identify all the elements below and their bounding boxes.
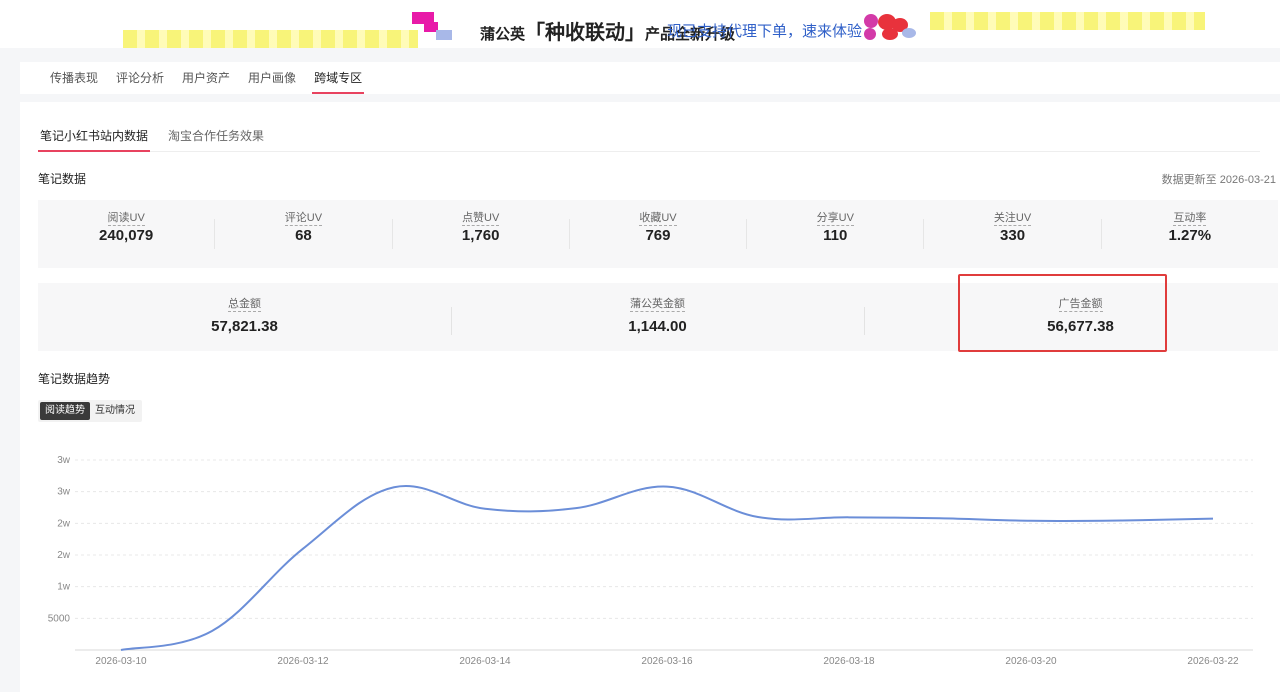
amount-value: 57,821.38 xyxy=(38,318,451,335)
stat-label[interactable]: 分享UV xyxy=(817,212,854,226)
section-title-note-data: 笔记数据 xyxy=(38,170,86,187)
tab-user-profile[interactable]: 用户画像 xyxy=(248,62,296,94)
stat-label[interactable]: 阅读UV xyxy=(108,212,145,226)
content-panel: 笔记小红书站内数据 淘宝合作任务效果 笔记数据 数据更新至 2026-03-21… xyxy=(20,102,1280,692)
series-line xyxy=(121,486,1213,650)
banner-decoration xyxy=(862,12,920,42)
banner-decoration xyxy=(930,12,1205,30)
amount-total: 总金额 57,821.38 xyxy=(38,283,451,351)
y-tick-label: 3w xyxy=(57,455,71,466)
toggle-interaction[interactable]: 互动情况 xyxy=(90,402,140,420)
amount-row: 总金额 57,821.38 蒲公英金额 1,144.00 广告金额 56,677.38 xyxy=(38,283,1278,351)
banner-decoration xyxy=(436,30,452,40)
y-tick-label: 3w xyxy=(57,487,71,498)
tab-xhs-note-data[interactable]: 笔记小红书站内数据 xyxy=(38,124,150,151)
stat-share-uv: 分享UV110 xyxy=(747,219,924,249)
stat-like-uv: 点赞UV1,760 xyxy=(393,219,570,249)
stat-interaction-rate: 互动率1.27% xyxy=(1102,219,1278,249)
stat-value: 1,760 xyxy=(393,227,569,244)
x-tick-label: 2026-03-10 xyxy=(95,656,147,667)
x-tick-label: 2026-03-18 xyxy=(823,656,875,667)
tab-spread[interactable]: 传播表现 xyxy=(50,62,98,94)
stat-collect-uv: 收藏UV769 xyxy=(570,219,747,249)
tab-taobao-task-effect[interactable]: 淘宝合作任务效果 xyxy=(166,124,266,151)
x-tick-label: 2026-03-20 xyxy=(1005,656,1057,667)
tab-cross-domain[interactable]: 跨域专区 xyxy=(314,62,362,94)
amount-label[interactable]: 总金额 xyxy=(228,298,261,312)
x-tick-label: 2026-03-22 xyxy=(1187,656,1239,667)
amount-label[interactable]: 广告金额 xyxy=(1059,298,1103,312)
banner-decoration xyxy=(123,30,418,48)
y-tick-label: 1w xyxy=(57,582,71,593)
stat-label[interactable]: 互动率 xyxy=(1173,212,1206,226)
section-title-trend: 笔记数据趋势 xyxy=(38,370,110,387)
banner-cta-link[interactable]: 现已支持代理下单，速来体验 xyxy=(667,20,862,41)
stat-label[interactable]: 评论UV xyxy=(285,212,322,226)
stat-label[interactable]: 收藏UV xyxy=(639,212,676,226)
y-tick-label: 2w xyxy=(57,518,71,529)
stat-value: 769 xyxy=(570,227,746,244)
trend-toggle: 阅读趋势 互动情况 xyxy=(38,400,142,422)
stat-value: 1.27% xyxy=(1102,227,1278,244)
amount-value: 56,677.38 xyxy=(976,318,1185,335)
x-tick-label: 2026-03-16 xyxy=(641,656,693,667)
amount-label[interactable]: 蒲公英金额 xyxy=(630,298,685,312)
stat-label[interactable]: 点赞UV xyxy=(462,212,499,226)
stat-value: 68 xyxy=(215,227,391,244)
stat-comment-uv: 评论UV68 xyxy=(215,219,392,249)
x-tick-label: 2026-03-12 xyxy=(277,656,329,667)
stat-value: 240,079 xyxy=(38,227,214,244)
sub-tab-bar: 笔记小红书站内数据 淘宝合作任务效果 xyxy=(38,124,1260,152)
update-time: 数据更新至 2026-03-21 xyxy=(1162,171,1276,187)
stat-read-uv: 阅读UV240,079 xyxy=(38,219,215,249)
stat-label[interactable]: 关注UV xyxy=(994,212,1031,226)
stats-row: 阅读UV240,079 评论UV68 点赞UV1,760 收藏UV769 分享U… xyxy=(38,200,1278,268)
stat-value: 110 xyxy=(747,227,923,244)
x-tick-label: 2026-03-14 xyxy=(459,656,511,667)
promo-banner[interactable]: 蒲公英「种收联动」产品全新升级 现已支持代理下单，速来体验 xyxy=(0,0,1280,48)
trend-chart[interactable]: 5000 1w 2w 2w 3w 3w 2026-03-10 2026-03-12 2026-0… xyxy=(20,442,1280,692)
amount-value: 1,144.00 xyxy=(451,318,864,335)
y-tick-label: 2w xyxy=(57,550,71,561)
tab-user-assets[interactable]: 用户资产 xyxy=(182,62,230,94)
stat-value: 330 xyxy=(924,227,1100,244)
amount-ads: 广告金额 56,677.38 xyxy=(976,283,1185,351)
y-tick-label: 5000 xyxy=(48,613,71,624)
tab-comment-analysis[interactable]: 评论分析 xyxy=(116,62,164,94)
toggle-read-trend[interactable]: 阅读趋势 xyxy=(40,402,90,420)
divider xyxy=(864,307,865,335)
main-tab-bar: 传播表现 评论分析 用户资产 用户画像 跨域专区 xyxy=(20,62,1280,94)
amount-pugongying: 蒲公英金额 1,144.00 xyxy=(451,283,864,351)
stat-follow-uv: 关注UV330 xyxy=(924,219,1101,249)
